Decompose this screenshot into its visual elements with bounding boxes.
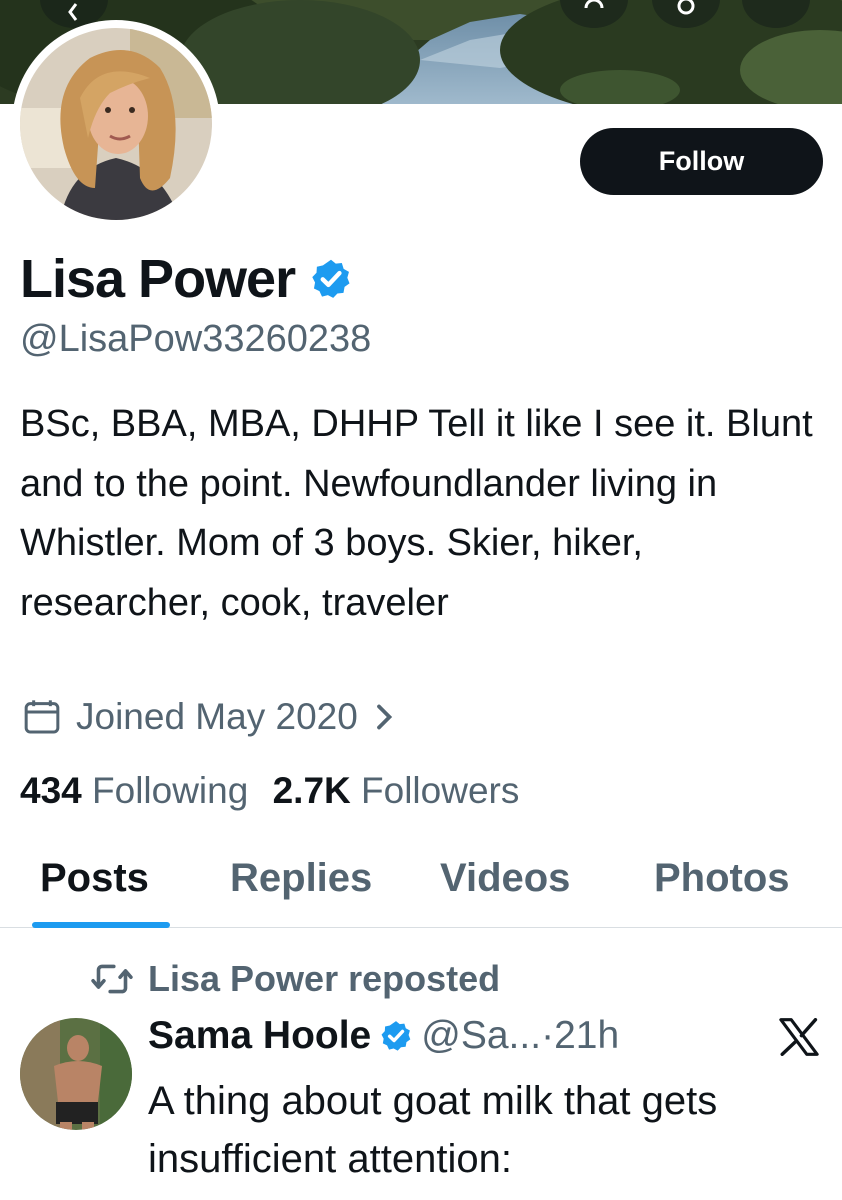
- back-arrow-icon: [68, 3, 78, 21]
- repost-label: Lisa Power reposted: [148, 958, 501, 999]
- chevron-right-icon: [376, 704, 392, 730]
- avatar-photo: [20, 28, 212, 220]
- follow-button[interactable]: Follow: [580, 128, 823, 195]
- joined-date: Joined May 2020: [76, 696, 358, 737]
- post-author-name[interactable]: Sama Hoole: [148, 1014, 371, 1058]
- post-text[interactable]: A thing about goat milk that gets insuff…: [148, 1072, 828, 1188]
- post-separator: ·: [541, 1014, 555, 1057]
- followers-label: Followers: [361, 770, 520, 811]
- profile-avatar[interactable]: [20, 28, 212, 220]
- tab-posts[interactable]: Posts: [40, 856, 149, 901]
- followers-count: 2.7K: [272, 770, 351, 811]
- profile-name-row: Lisa Power: [20, 248, 353, 310]
- profile-display-name: Lisa Power: [20, 249, 296, 309]
- tab-replies[interactable]: Replies: [230, 856, 372, 901]
- profile-avatar-frame: [12, 20, 220, 228]
- profile-tabs: Posts Replies Videos Photos: [0, 848, 842, 928]
- follow-counts: 434 Following 2.7K Followers: [20, 770, 519, 812]
- following-link[interactable]: 434 Following: [20, 770, 259, 811]
- post-header: Sama Hoole @Sa... · 21h: [148, 1014, 619, 1058]
- calendar-icon: [24, 700, 60, 734]
- tab-photos[interactable]: Photos: [654, 856, 790, 901]
- profile-bio: BSc, BBA, MBA, DHHP Tell it like I see i…: [20, 403, 813, 624]
- verified-badge-icon: [381, 1021, 411, 1051]
- tab-videos[interactable]: Videos: [440, 856, 570, 901]
- post-author-avatar[interactable]: [20, 1018, 132, 1130]
- search-icon: [677, 0, 695, 15]
- post-author-handle[interactable]: @Sa...: [421, 1014, 541, 1058]
- profile-handle: @LisaPow33260238: [20, 318, 372, 360]
- active-tab-indicator: [32, 922, 170, 928]
- refresh-icon: [584, 0, 604, 9]
- post-timestamp[interactable]: 21h: [554, 1014, 619, 1058]
- repost-indicator[interactable]: Lisa Power reposted: [90, 958, 500, 1000]
- joined-date-row[interactable]: Joined May 2020: [22, 696, 396, 738]
- post-avatar-photo: [20, 1018, 132, 1130]
- following-label: Following: [92, 770, 249, 811]
- followers-link[interactable]: 2.7K Followers: [273, 770, 520, 811]
- x-logo-icon: [779, 1018, 819, 1056]
- repost-icon: [91, 964, 133, 994]
- following-count: 434: [20, 770, 82, 811]
- verified-badge-icon[interactable]: [309, 257, 353, 301]
